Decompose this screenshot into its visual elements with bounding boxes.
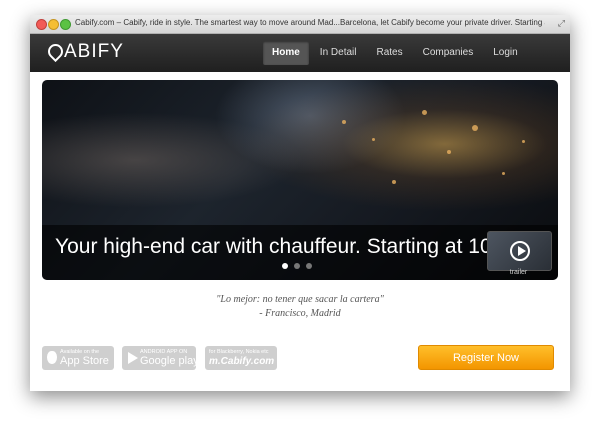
google-play-label: Google play [140,355,199,367]
play-icon[interactable] [510,241,530,261]
nav-in-detail[interactable]: In Detail [311,41,366,65]
city-light [342,120,346,124]
main-nav: Home In Detail Rates Companies Login [263,41,529,65]
city-light [392,180,396,184]
mobile-site-label: m.Cabify.com [209,356,275,367]
title-bar: Cabify.com – Cabify, ride in style. The … [30,15,570,34]
slide-indicators [282,263,312,269]
testimonial-quote: "Lo mejor: no tener que sacar la cartera… [216,294,384,305]
nav-companies[interactable]: Companies [414,41,483,65]
testimonial-author: - Francisco, Madrid [259,308,341,319]
trailer-thumbnail[interactable] [487,231,552,271]
slide-dot-2[interactable] [294,263,300,269]
nav-rates[interactable]: Rates [367,41,411,65]
mobile-site-badge[interactable]: for Blackberry, Nokia etc m.Cabify.com [205,346,277,370]
city-light [522,140,525,143]
app-store-badge[interactable]: Available on the App Store [42,346,114,370]
city-light [472,125,478,131]
slide-dot-1[interactable] [282,263,288,269]
zoom-window-button[interactable] [60,19,71,30]
city-light [422,110,427,115]
city-light [372,138,375,141]
close-window-button[interactable] [36,19,47,30]
hero-caption: Your high-end car with chauffeur. Starti… [55,235,510,258]
city-light [447,150,451,154]
minimize-window-button[interactable] [48,19,59,30]
hero-slider[interactable]: Your high-end car with chauffeur. Starti… [42,80,558,280]
apple-icon [47,351,57,364]
site-navbar: ABIFY Home In Detail Rates Companies Log… [30,34,570,72]
register-now-button[interactable]: Register Now [418,345,554,370]
mobile-site-small-text: for Blackberry, Nokia etc [209,349,269,355]
location-pin-icon [44,40,67,63]
app-store-label: App Store [60,355,109,367]
google-play-icon [128,352,138,364]
hero-caption-bar: Your high-end car with chauffeur. Starti… [42,225,558,280]
trailer-label: trailer [509,269,528,276]
city-light [502,172,505,175]
testimonial: "Lo mejor: no tener que sacar la cartera… [30,293,570,321]
slide-dot-3[interactable] [306,263,312,269]
nav-home[interactable]: Home [263,41,309,65]
window-title: Cabify.com – Cabify, ride in style. The … [75,18,545,27]
nav-login[interactable]: Login [484,41,526,65]
cabify-logo[interactable]: ABIFY [44,40,124,63]
google-play-badge[interactable]: ANDROID APP ON Google play [122,346,199,370]
fullscreen-icon[interactable]: ⤢ [558,18,565,29]
browser-window: Cabify.com – Cabify, ride in style. The … [30,15,570,391]
